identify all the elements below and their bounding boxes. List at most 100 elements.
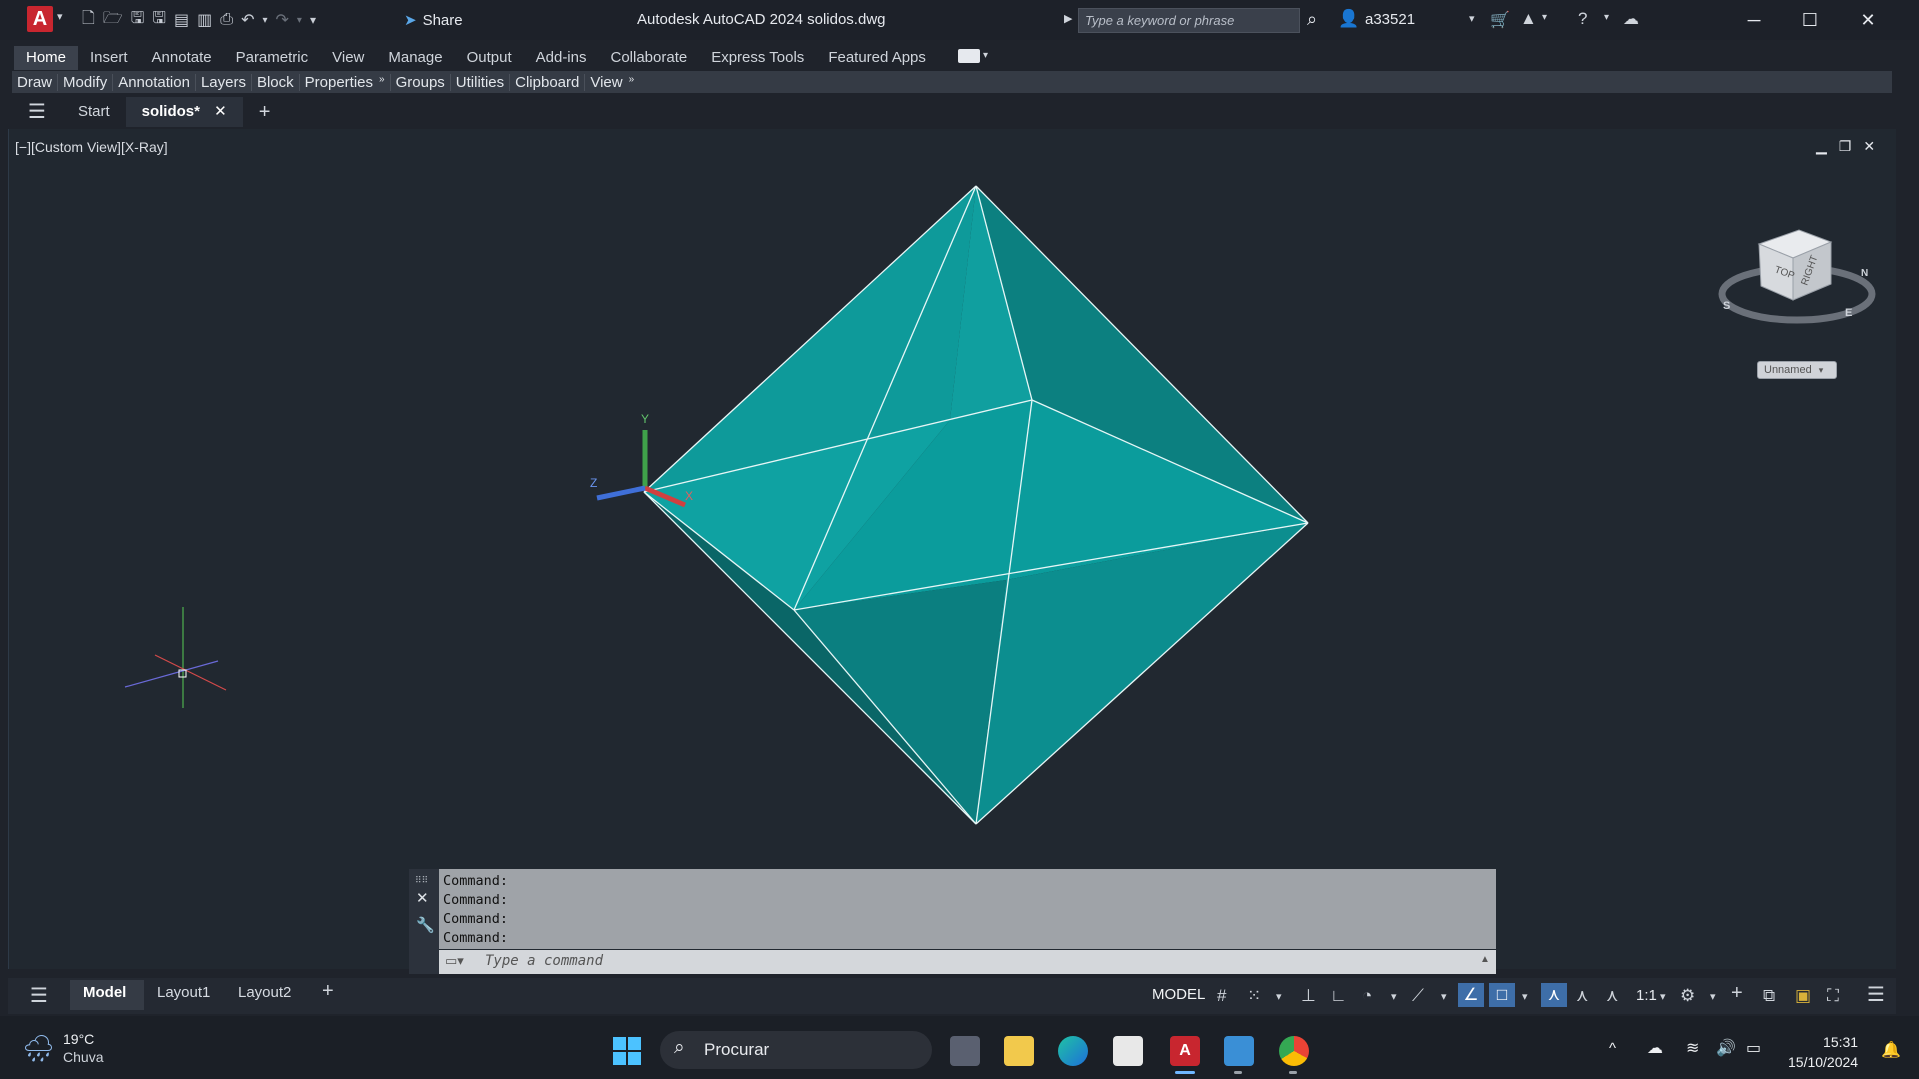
isodraft-icon[interactable]: ⟋ — [1412, 986, 1424, 1006]
command-window-handle[interactable]: ⠿⠿ ✕ 🔧 — [409, 869, 439, 974]
annotation-scale-icon[interactable]: ⋏ — [1606, 986, 1618, 1006]
compass-s-label[interactable]: S — [1723, 300, 1730, 312]
share-button[interactable]: ➤ Share — [404, 11, 463, 30]
quick-properties-icon[interactable]: ▣ — [1795, 986, 1811, 1006]
user-icon[interactable]: 👤 — [1338, 9, 1359, 29]
add-layout-icon[interactable]: + — [322, 980, 334, 1003]
search-expand-icon[interactable]: ▶ — [1064, 12, 1072, 25]
layout-tab-layout1[interactable]: Layout1 — [157, 984, 210, 1001]
autodesk-a360-icon[interactable]: ▲ — [1520, 9, 1537, 29]
user-dropdown-icon[interactable]: ▾ — [1469, 12, 1475, 25]
panel-layers[interactable]: Layers — [196, 73, 252, 91]
undo-icon[interactable]: ↶ — [241, 10, 254, 30]
units-icon[interactable]: ⧉ — [1763, 986, 1775, 1006]
tab-featured-apps[interactable]: Featured Apps — [816, 46, 938, 70]
a360-dropdown-icon[interactable]: ▾ — [1542, 12, 1547, 23]
drag-handle-icon[interactable]: ⠿⠿ — [415, 875, 428, 886]
snap-dropdown-icon[interactable]: ▾ — [1276, 990, 1282, 1003]
help-icon[interactable]: ? — [1578, 9, 1587, 29]
battery-icon[interactable]: ▭ — [1746, 1038, 1761, 1058]
command-prompt-icon[interactable]: ▭▾ — [445, 953, 464, 969]
redo-icon[interactable]: ↷ — [276, 10, 289, 30]
infer-constraints-icon[interactable]: ⊥ — [1301, 986, 1316, 1006]
panel-block[interactable]: Block — [252, 73, 300, 91]
polar-tracking-icon[interactable]: ◔ — [1362, 986, 1372, 1006]
tab-insert[interactable]: Insert — [78, 46, 140, 70]
tab-manage[interactable]: Manage — [376, 46, 454, 70]
workspace-dropdown-icon[interactable]: ▾ — [1710, 990, 1716, 1003]
close-tab-icon[interactable]: ✕ — [214, 103, 227, 120]
isodraft-dropdown-icon[interactable]: ▾ — [1441, 990, 1447, 1003]
close-icon[interactable]: ✕ — [416, 889, 429, 907]
customization-menu-icon[interactable]: ☰ — [1867, 982, 1885, 1007]
model-space-toggle[interactable]: MODEL — [1152, 986, 1205, 1003]
viewport-restore-icon[interactable]: ❐ — [1839, 138, 1852, 155]
weather-widget[interactable]: 🌧 19°C Chuva — [22, 1030, 103, 1066]
new-file-icon[interactable]: 🗋 — [82, 7, 95, 34]
panel-annotation[interactable]: Annotation — [113, 73, 196, 91]
windows-start-icon[interactable] — [612, 1036, 642, 1066]
tab-collaborate[interactable]: Collaborate — [598, 46, 699, 70]
new-tab-icon[interactable]: + — [243, 97, 287, 127]
tab-annotate[interactable]: Annotate — [140, 46, 224, 70]
viewport-minimize-icon[interactable]: ▁ — [1816, 138, 1827, 155]
panel-modify[interactable]: Modify — [58, 73, 114, 91]
grid-icon[interactable]: # — [1217, 986, 1226, 1006]
close-icon[interactable]: ✕ — [1840, 6, 1896, 34]
file-explorer-icon[interactable] — [1004, 1036, 1034, 1066]
tab-view[interactable]: View — [320, 46, 376, 70]
minimize-icon[interactable]: ─ — [1726, 6, 1782, 34]
maximize-icon[interactable]: ☐ — [1782, 6, 1838, 34]
annotation-scale-value[interactable]: 1:1 — [1636, 987, 1657, 1004]
taskbar-search-box[interactable]: ⌕ Procurar — [660, 1031, 932, 1069]
panel-clipboard[interactable]: Clipboard — [510, 73, 586, 91]
tab-express-tools[interactable]: Express Tools — [699, 46, 816, 70]
file-tab-solidos[interactable]: solidos* ✕ — [125, 97, 243, 127]
annotation-visibility-icon[interactable]: ⋏ — [1541, 983, 1567, 1007]
cloud-icon[interactable]: ☁ — [1623, 9, 1639, 29]
layout-tab-model[interactable]: Model — [83, 984, 126, 1001]
customize-wrench-icon[interactable]: 🔧 — [416, 916, 435, 934]
notifications-icon[interactable]: 🔔 — [1881, 1040, 1901, 1060]
panel-properties[interactable]: Properties » — [300, 73, 391, 91]
tab-output[interactable]: Output — [455, 46, 524, 70]
open-web-icon[interactable]: ▤ — [174, 10, 189, 30]
search-icon[interactable]: ⌕ — [1307, 9, 1317, 30]
viewport-controls-label[interactable]: [−][Custom View][X-Ray] — [15, 139, 168, 155]
customize-qat-icon[interactable]: ▾ — [310, 13, 316, 27]
polar-dropdown-icon[interactable]: ▾ — [1391, 990, 1397, 1003]
autocad-app-menu-button[interactable]: A — [27, 6, 53, 32]
help-dropdown-icon[interactable]: ▾ — [1604, 12, 1609, 23]
volume-icon[interactable]: 🔊 — [1716, 1038, 1736, 1058]
cart-icon[interactable]: 🛒 — [1490, 10, 1510, 30]
open-folder-icon[interactable]: 🗁 — [103, 7, 123, 34]
scale-dropdown-icon[interactable]: ▾ — [1660, 990, 1666, 1003]
show-hidden-icons-icon[interactable]: ^ — [1609, 1040, 1616, 1057]
edge-browser-icon[interactable] — [1058, 1036, 1088, 1066]
ucs-menu-button[interactable]: Unnamed ▾ — [1757, 361, 1837, 379]
redo-dropdown-icon[interactable]: ▾ — [297, 15, 302, 26]
save-as-icon[interactable]: 🖫 — [152, 7, 166, 34]
compass-e-label[interactable]: E — [1845, 307, 1852, 319]
panel-view[interactable]: View » — [585, 74, 639, 91]
task-view-icon[interactable] — [950, 1036, 980, 1066]
tab-home[interactable]: Home — [14, 46, 79, 70]
chrome-icon[interactable] — [1279, 1036, 1309, 1066]
tab-addins[interactable]: Add-ins — [524, 46, 599, 70]
auto-scale-icon[interactable]: ⋏ — [1576, 986, 1588, 1006]
annotation-monitor-icon[interactable]: + — [1731, 982, 1743, 1005]
layout-tabs-menu-icon[interactable]: ☰ — [30, 983, 48, 1008]
ribbon-minimize-dropdown-icon[interactable]: ▾ — [983, 50, 988, 61]
user-name[interactable]: a33521 — [1365, 11, 1415, 28]
panel-groups[interactable]: Groups — [391, 73, 451, 91]
object-snap-tracking-icon[interactable]: ∠ — [1458, 983, 1484, 1007]
plot-icon[interactable]: ⎙ — [220, 11, 233, 29]
app-menu-chevron-icon[interactable]: ▾ — [57, 10, 63, 23]
ribbon-minimize-icon[interactable] — [958, 49, 980, 63]
command-history-expand-icon[interactable]: ▲ — [1480, 954, 1490, 965]
autocad-taskbar-icon[interactable]: A — [1170, 1036, 1200, 1066]
panel-utilities[interactable]: Utilities — [451, 73, 511, 91]
tab-parametric[interactable]: Parametric — [224, 46, 321, 70]
file-tab-start[interactable]: Start — [62, 97, 126, 127]
taskbar-clock[interactable]: 15:31 15/10/2024 — [1788, 1032, 1858, 1072]
